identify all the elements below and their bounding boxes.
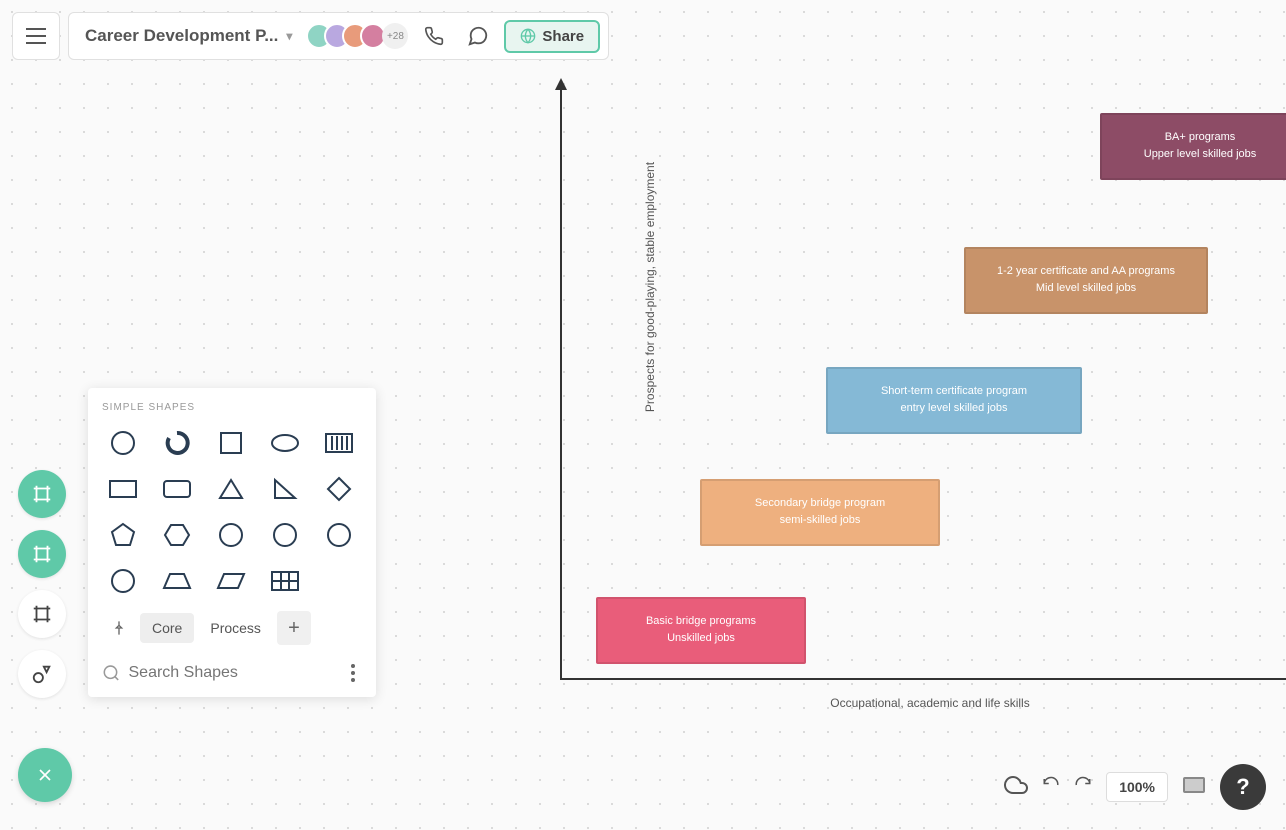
shape-heptagon[interactable] xyxy=(210,517,252,553)
help-button[interactable]: ? xyxy=(1220,764,1266,810)
document-title: Career Development P... xyxy=(85,26,278,46)
diagram-node-ba[interactable]: BA+ programsUpper level skilled jobs xyxy=(1100,113,1286,180)
shapes-grid xyxy=(102,425,362,599)
panel-title: SIMPLE SHAPES xyxy=(102,402,362,413)
shape-square[interactable] xyxy=(210,425,252,461)
y-axis-label: Prospects for good-playing, stable emplo… xyxy=(643,127,657,447)
collaborator-avatars[interactable]: +28 xyxy=(308,23,408,49)
chevron-down-icon: ▾ xyxy=(286,29,292,43)
shape-octagon[interactable] xyxy=(264,517,306,553)
minimap-icon[interactable] xyxy=(1182,776,1206,799)
shapes-tool[interactable] xyxy=(18,650,66,698)
pin-button[interactable] xyxy=(102,611,136,645)
shape-arc[interactable] xyxy=(156,425,198,461)
phone-icon[interactable] xyxy=(416,18,452,54)
document-title-dropdown[interactable]: Career Development P... ▾ xyxy=(77,26,300,46)
tabs-row: Core Process + xyxy=(102,611,362,645)
shape-decagon[interactable] xyxy=(102,563,144,599)
diagram-node-aa[interactable]: 1-2 year certificate and AA programsMid … xyxy=(964,247,1208,314)
avatar-count[interactable]: +28 xyxy=(382,23,408,49)
x-axis xyxy=(560,678,1286,680)
shape-triangle[interactable] xyxy=(210,471,252,507)
left-rail xyxy=(18,470,66,698)
cloud-sync-icon[interactable] xyxy=(1004,773,1028,802)
menu-button[interactable] xyxy=(12,12,60,60)
diagram-node-short[interactable]: Short-term certificate programentry leve… xyxy=(826,367,1082,434)
tab-core[interactable]: Core xyxy=(140,613,194,643)
shape-nonagon[interactable] xyxy=(318,517,360,553)
bottom-controls: 100% ? xyxy=(1004,764,1266,810)
diagram-node-basic[interactable]: Basic bridge programsUnskilled jobs xyxy=(596,597,806,664)
frame-tool-1[interactable] xyxy=(18,470,66,518)
topbar: Career Development P... ▾ +28 Share xyxy=(12,12,609,60)
shape-diamond[interactable] xyxy=(318,471,360,507)
search-row xyxy=(102,657,362,683)
frame-tool-3[interactable] xyxy=(18,590,66,638)
search-icon xyxy=(102,663,121,683)
redo-button[interactable] xyxy=(1074,776,1092,799)
shape-rect[interactable] xyxy=(102,471,144,507)
add-tab-button[interactable]: + xyxy=(277,611,311,645)
x-axis-label: Occupational, academic and life skills xyxy=(780,696,1080,710)
diagram-node-secondary[interactable]: Secondary bridge programsemi-skilled job… xyxy=(700,479,940,546)
pin-icon xyxy=(111,620,127,636)
shape-barcode[interactable] xyxy=(318,425,360,461)
canvas[interactable]: Prospects for good-playing, stable emplo… xyxy=(500,80,1286,770)
y-axis xyxy=(560,80,562,680)
shape-round-rect[interactable] xyxy=(156,471,198,507)
zoom-level[interactable]: 100% xyxy=(1106,772,1168,802)
shape-hexagon[interactable] xyxy=(156,517,198,553)
shape-circle[interactable] xyxy=(102,425,144,461)
title-bar: Career Development P... ▾ +28 Share xyxy=(68,12,609,60)
share-label: Share xyxy=(542,28,584,45)
search-shapes-input[interactable] xyxy=(129,664,336,682)
frame-tool-2[interactable] xyxy=(18,530,66,578)
shape-pentagon[interactable] xyxy=(102,517,144,553)
shape-parallelogram[interactable] xyxy=(210,563,252,599)
tab-process[interactable]: Process xyxy=(198,613,273,643)
shape-ellipse[interactable] xyxy=(264,425,306,461)
undo-button[interactable] xyxy=(1042,776,1060,799)
more-options-button[interactable] xyxy=(344,664,363,682)
globe-icon xyxy=(520,28,536,44)
share-button[interactable]: Share xyxy=(504,20,600,53)
shape-trapezoid[interactable] xyxy=(156,563,198,599)
close-icon xyxy=(35,765,55,785)
shape-right-triangle[interactable] xyxy=(264,471,306,507)
shape-grid[interactable] xyxy=(264,563,306,599)
shapes-panel: SIMPLE SHAPES Core Process + xyxy=(88,388,376,697)
close-panel-button[interactable] xyxy=(18,748,72,802)
comment-icon[interactable] xyxy=(460,18,496,54)
